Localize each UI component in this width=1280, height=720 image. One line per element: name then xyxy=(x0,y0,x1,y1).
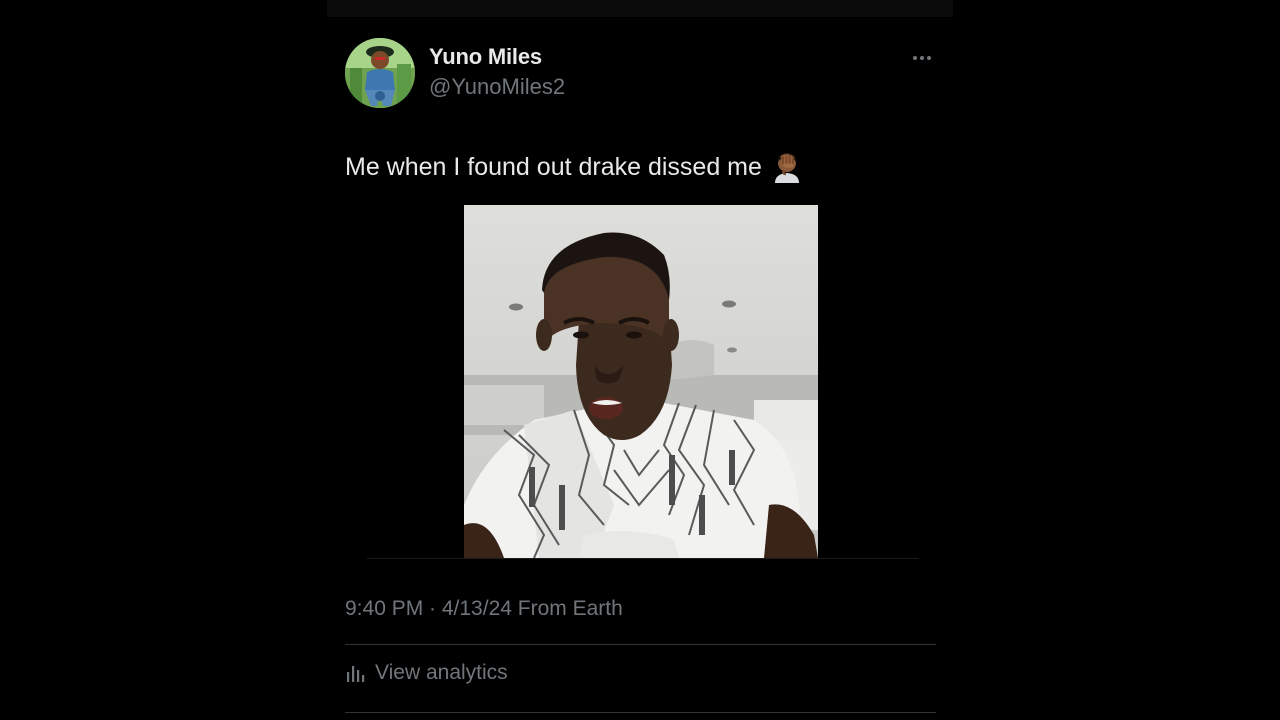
divider-bottom xyxy=(345,712,936,713)
view-analytics-button[interactable]: View analytics xyxy=(345,661,508,685)
tweet-card: Yuno Miles @YunoMiles2 Me when I found o… xyxy=(327,17,953,720)
view-analytics-label: View analytics xyxy=(375,661,508,684)
tweet-timestamp[interactable]: 9:40 PM · 4/13/24 From Earth xyxy=(345,597,623,621)
top-bar xyxy=(327,0,953,17)
screen: Yuno Miles @YunoMiles2 Me when I found o… xyxy=(0,0,1280,720)
more-horizontal-icon xyxy=(913,56,917,60)
tweet-text-content: Me when I found out drake dissed me xyxy=(345,152,762,181)
more-horizontal-icon-dot xyxy=(920,56,924,60)
tweet-text: Me when I found out drake dissed me xyxy=(345,150,804,184)
avatar[interactable] xyxy=(345,38,415,108)
media-divider xyxy=(367,558,919,559)
bar-chart-icon xyxy=(347,666,365,682)
divider-top xyxy=(345,644,936,645)
user-handle[interactable]: @YunoMiles2 xyxy=(429,74,565,100)
display-name[interactable]: Yuno Miles xyxy=(429,44,542,70)
more-options-button[interactable] xyxy=(905,47,939,69)
more-horizontal-icon-dot xyxy=(927,56,931,60)
tweet-video-thumbnail[interactable] xyxy=(464,205,818,558)
face-palm-emoji xyxy=(770,150,804,184)
